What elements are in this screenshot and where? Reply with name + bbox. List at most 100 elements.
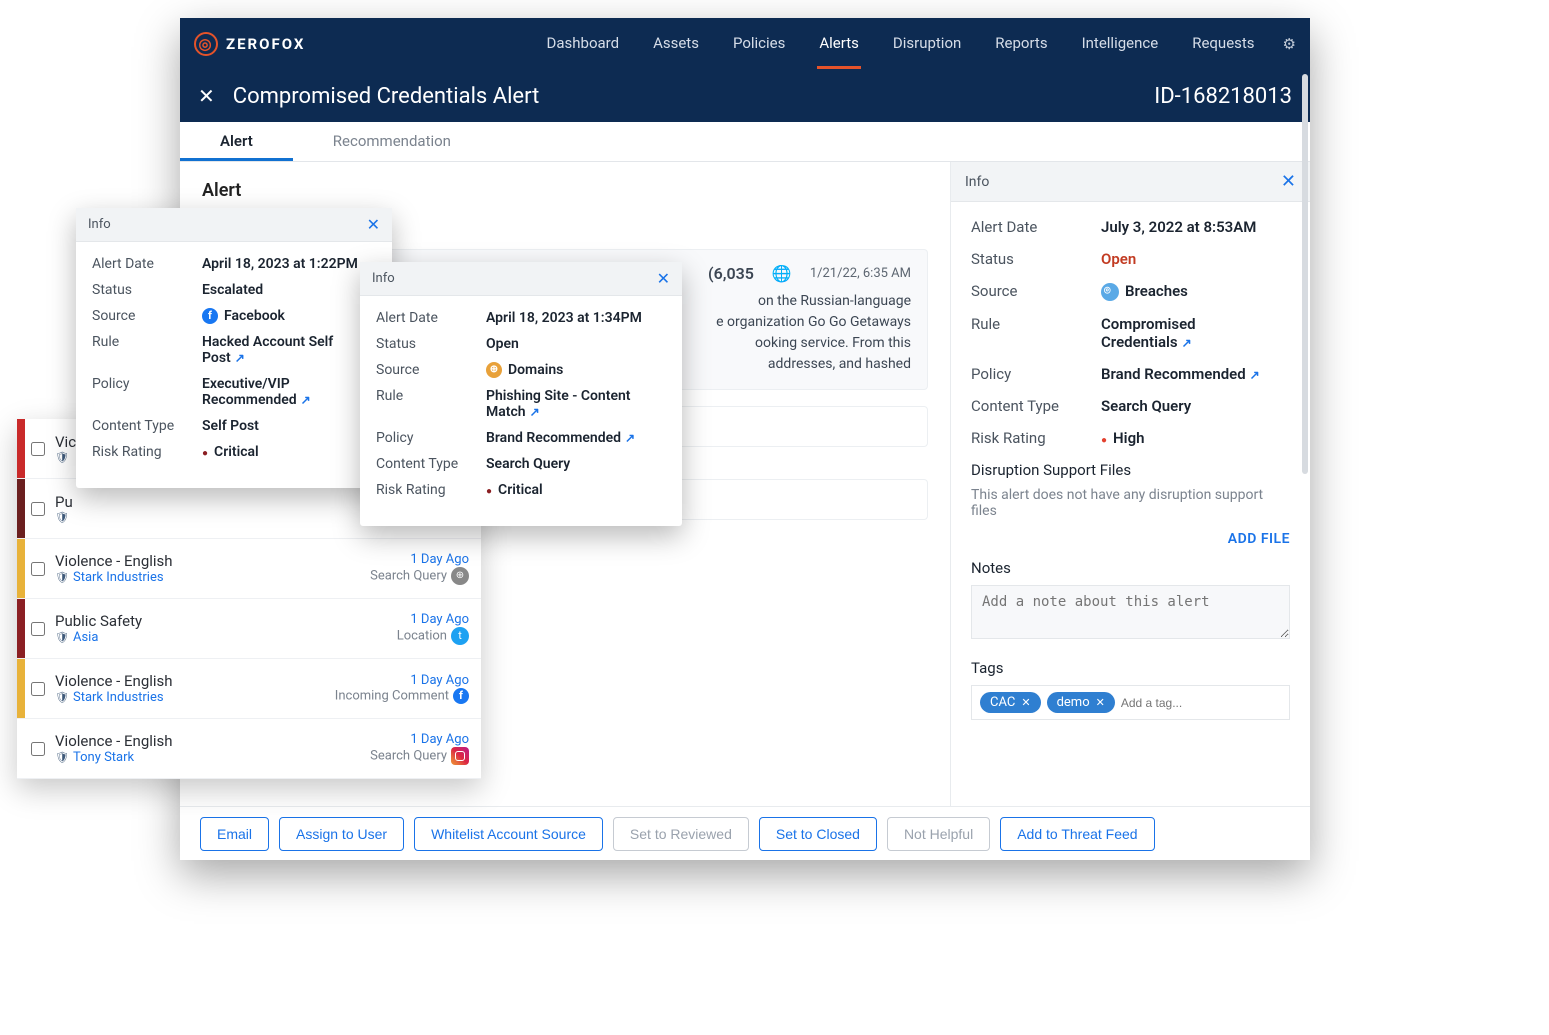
info-v-status: Open [1101, 250, 1290, 268]
list-time: 1 Day Ago [370, 732, 469, 747]
list-entity: Stark Industries [73, 570, 164, 585]
list-title: Violence - English [55, 672, 325, 690]
nav-assets[interactable]: Assets [651, 20, 701, 69]
info-v-policy[interactable]: Brand Recommended↗ [1101, 365, 1290, 383]
email-button[interactable]: Email [200, 817, 269, 851]
logo-icon: ◎ [194, 32, 218, 56]
content-timestamp: 1/21/22, 6:35 AM [810, 266, 911, 281]
list-source: Search Query [370, 568, 447, 583]
info-panel: Info ✕ Alert DateJuly 3, 2022 at 8:53AM … [950, 162, 1310, 806]
nav-disruption[interactable]: Disruption [891, 20, 963, 69]
alert-id: ID-168218013 [1154, 84, 1292, 109]
nav-dashboard[interactable]: Dashboard [545, 20, 622, 69]
set-reviewed-button[interactable]: Set to Reviewed [613, 817, 749, 851]
info-v-alert-date: July 3, 2022 at 8:53AM [1101, 218, 1290, 236]
pop2-v-status: Open [486, 336, 666, 352]
pop1-k-ctype: Content Type [92, 418, 202, 434]
select-checkbox[interactable] [31, 742, 45, 756]
shield-icon: 🛡 [55, 511, 69, 524]
scrollbar[interactable] [1302, 202, 1308, 474]
pop2-k-ctype: Content Type [376, 456, 486, 472]
action-bar: Email Assign to User Whitelist Account S… [180, 806, 1310, 860]
pop2-v-policy[interactable]: Brand Recommended↗ [486, 430, 666, 446]
nav-requests[interactable]: Requests [1190, 20, 1256, 69]
remove-tag-icon[interactable]: ✕ [1021, 696, 1030, 709]
pop1-k-source: Source [92, 308, 202, 324]
info-k-risk: Risk Rating [971, 429, 1101, 447]
close-popover-icon[interactable]: ✕ [657, 269, 670, 288]
nav-items: Dashboard Assets Policies Alerts Disrupt… [545, 20, 1257, 69]
tag-chip-demo[interactable]: demo✕ [1047, 692, 1115, 713]
select-checkbox[interactable] [31, 502, 45, 516]
close-popover-icon[interactable]: ✕ [367, 215, 380, 234]
list-item[interactable]: Violence - English 🛡Tony Stark 1 Day Ago… [17, 719, 481, 779]
tag-chip-cac[interactable]: CAC✕ [980, 692, 1041, 713]
pop2-k-rule: Rule [376, 388, 486, 420]
pop2-k-policy: Policy [376, 430, 486, 446]
pop2-v-ctype: Search Query [486, 456, 666, 472]
assign-user-button[interactable]: Assign to User [279, 817, 404, 851]
domains-icon: ⊕ [486, 362, 502, 378]
tag-input[interactable] [1121, 696, 1281, 710]
breaches-icon [1101, 283, 1119, 301]
info-panel-title: Info [965, 174, 989, 190]
select-checkbox[interactable] [31, 562, 45, 576]
shield-icon: 🛡 [55, 691, 69, 704]
close-icon[interactable]: ✕ [198, 84, 215, 108]
nav-alerts[interactable]: Alerts [817, 20, 861, 69]
select-checkbox[interactable] [31, 682, 45, 696]
list-source: Incoming Comment [335, 688, 449, 703]
tags-heading: Tags [971, 659, 1290, 677]
severity-bar [17, 479, 25, 538]
web-icon: ⊕ [451, 567, 469, 585]
tab-recommendation[interactable]: Recommendation [293, 122, 491, 161]
severity-bar [17, 419, 25, 478]
list-title: Violence - English [55, 732, 360, 750]
pop2-v-date: April 18, 2023 at 1:34PM [486, 310, 666, 326]
notes-heading: Notes [971, 559, 1290, 577]
info-k-alert-date: Alert Date [971, 218, 1101, 236]
page-title: Compromised Credentials Alert [233, 84, 540, 109]
severity-bar [17, 599, 25, 658]
info-k-policy: Policy [971, 365, 1101, 383]
nav-policies[interactable]: Policies [731, 20, 787, 69]
pop1-v-policy[interactable]: Executive/VIP Recommended↗ [202, 376, 376, 408]
pop2-v-rule[interactable]: Phishing Site - Content Match↗ [486, 388, 666, 420]
list-entity: Asia [73, 630, 98, 645]
result-count: (6,035 [708, 264, 754, 283]
add-file-button[interactable]: ADD FILE [971, 531, 1290, 547]
remove-tag-icon[interactable]: ✕ [1096, 696, 1105, 709]
list-item[interactable]: Violence - English 🛡Stark Industries 1 D… [17, 659, 481, 719]
disruption-heading: Disruption Support Files [971, 461, 1290, 479]
notes-textarea[interactable] [971, 585, 1290, 639]
popover-header: Info ✕ [76, 208, 392, 242]
nav-reports[interactable]: Reports [993, 20, 1049, 69]
info-v-rule[interactable]: Compromised Credentials↗ [1101, 315, 1290, 351]
select-checkbox[interactable] [31, 622, 45, 636]
tags-row: CAC✕ demo✕ [971, 685, 1290, 720]
pop2-v-risk: Critical [486, 482, 666, 498]
pop1-v-date: April 18, 2023 at 1:22PM [202, 256, 376, 272]
select-checkbox[interactable] [31, 442, 45, 456]
list-title: Violence - English [55, 552, 360, 570]
list-time: 1 Day Ago [370, 552, 469, 567]
tab-alert[interactable]: Alert [180, 122, 293, 161]
set-closed-button[interactable]: Set to Closed [759, 817, 877, 851]
tabs-row: Alert Recommendation [180, 122, 1310, 162]
whitelist-button[interactable]: Whitelist Account Source [414, 817, 603, 851]
add-threat-feed-button[interactable]: Add to Threat Feed [1000, 817, 1154, 851]
popover-title: Info [372, 271, 395, 286]
info-k-rule: Rule [971, 315, 1101, 351]
nav-intelligence[interactable]: Intelligence [1080, 20, 1161, 69]
shield-icon: 🛡 [55, 571, 69, 584]
pop1-v-rule[interactable]: Hacked Account Self Post↗ [202, 334, 376, 366]
close-info-icon[interactable]: ✕ [1281, 171, 1296, 192]
list-item[interactable]: Public Safety 🛡Asia 1 Day Ago Locationt [17, 599, 481, 659]
translate-icon[interactable]: 🌐 [772, 264, 792, 283]
not-helpful-button[interactable]: Not Helpful [887, 817, 990, 851]
title-bar: ✕ Compromised Credentials Alert ID-16821… [180, 70, 1310, 122]
list-item[interactable]: Violence - English 🛡 Stark Industries 1 D… [17, 539, 481, 599]
brand-text: ZEROFOX [226, 35, 305, 53]
disruption-empty: This alert does not have any disruption … [971, 487, 1290, 519]
gear-icon[interactable]: ⚙ [1283, 35, 1296, 53]
